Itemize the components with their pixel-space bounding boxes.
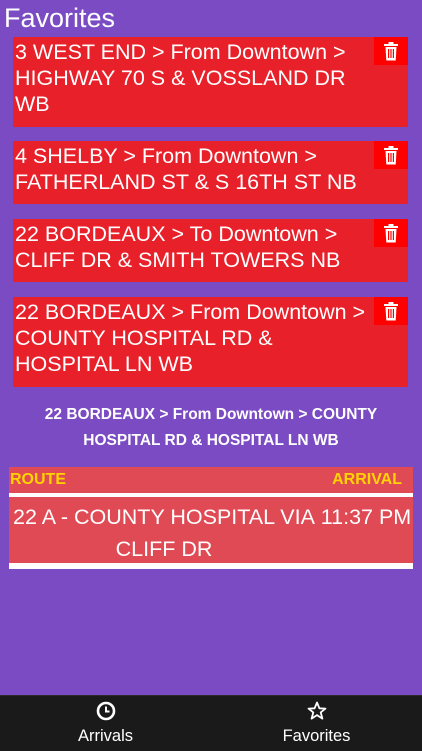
trash-icon [384,223,398,242]
table-header: ROUTE ARRIVAL [9,467,413,497]
arrival-column-header: ARRIVAL [332,471,402,488]
tab-label: Arrivals [77,727,133,745]
delete-button[interactable] [374,37,408,65]
trash-icon [384,41,398,60]
delete-button[interactable] [374,297,408,325]
delete-button[interactable] [374,141,408,169]
star-icon [307,701,326,720]
favorite-label: 4 SHELBY > From Downtown > FATHERLAND ST… [15,144,357,194]
favorite-label: 22 BORDEAUX > From Downtown > COUNTY HOS… [15,300,366,376]
favorite-item[interactable]: 3 WEST END > From Downtown > HIGHWAY 70 … [13,37,408,127]
tab-bar: Arrivals Favorites [0,695,422,751]
delete-button[interactable] [374,219,408,247]
route-column-header: ROUTE [10,471,66,488]
favorite-item[interactable]: 22 BORDEAUX > From Downtown > COUNTY HOS… [13,297,408,387]
arrivals-table: ROUTE ARRIVAL 22 A - COUNTY HOSPITAL VIA… [9,467,413,569]
favorite-label: 22 BORDEAUX > To Downtown > CLIFF DR & S… [15,222,341,272]
trash-icon [384,145,398,164]
selected-stop-title: 22 BORDEAUX > From Downtown > COUNTY HOS… [44,406,378,449]
tab-label: Favorites [282,727,351,745]
clock-icon [96,701,115,721]
favorite-label: 3 WEST END > From Downtown > HIGHWAY 70 … [15,40,346,116]
arrival-cell: 11:37 PM [320,505,412,529]
favorite-item[interactable]: 22 BORDEAUX > To Downtown > CLIFF DR & S… [13,219,408,282]
page-title: Favorites [4,3,116,33]
favorite-item[interactable]: 4 SHELBY > From Downtown > FATHERLAND ST… [13,141,408,204]
tab-favorites[interactable]: Favorites [211,696,422,751]
trash-icon [384,301,398,320]
route-cell: 22 A - COUNTY HOSPITAL VIA CLIFF DR [13,505,315,561]
tab-arrivals[interactable]: Arrivals [0,696,211,751]
table-row: 22 A - COUNTY HOSPITAL VIA CLIFF DR 11:3… [9,497,413,569]
